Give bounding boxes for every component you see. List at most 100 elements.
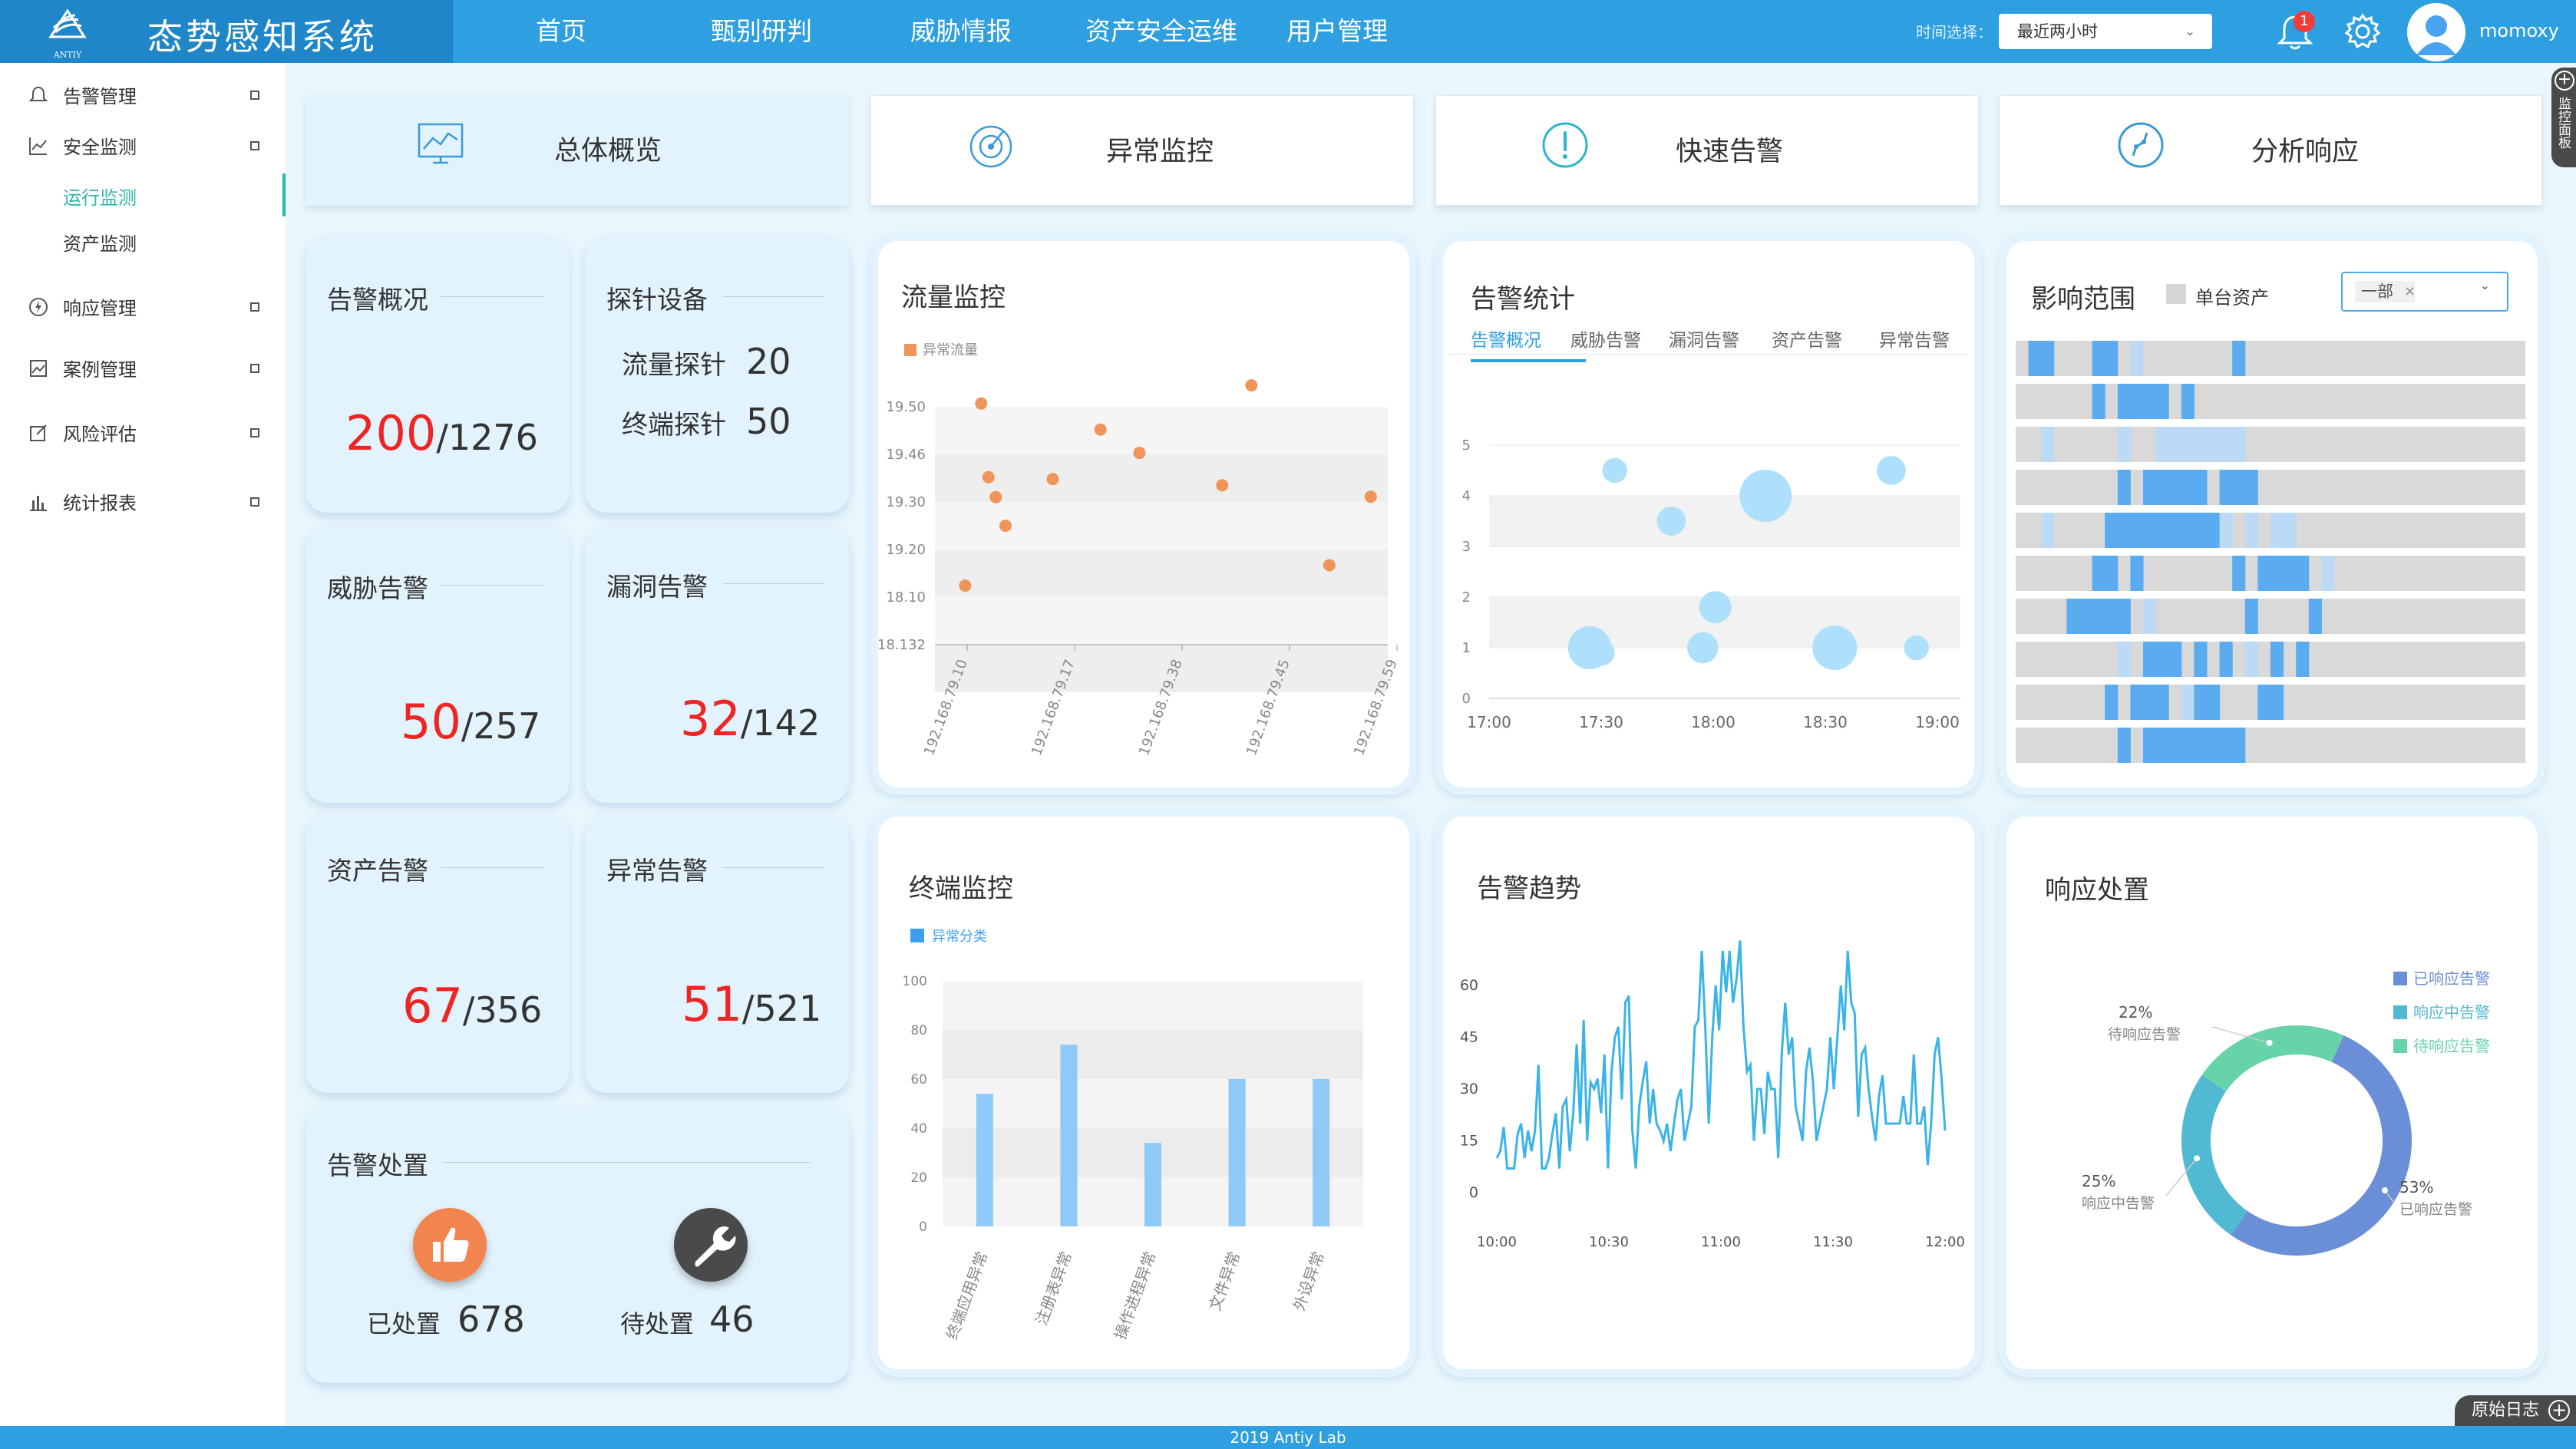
heatmap-cell [2219, 470, 2233, 505]
sidebar-item-reports[interactable]: 统计报表 [0, 479, 286, 525]
nav-asset-ops[interactable]: 资产安全运维 [1085, 0, 1237, 63]
raw-log-label: 原始日志 [2472, 1401, 2540, 1420]
sidebar: 告警管理 安全监测 运行监测 资产监测 响应管理 案例管理 风险评估 统计报表 [0, 63, 286, 1426]
heatmap-cell [2244, 470, 2258, 505]
y-tick-label: 40 [910, 1121, 927, 1137]
handled-button[interactable] [413, 1208, 487, 1282]
nav-triage[interactable]: 甄别研判 [711, 0, 812, 63]
y-tick-label: 18.132 [878, 637, 926, 653]
heatmap-cell [2092, 384, 2105, 419]
time-range-select[interactable]: 最近两小时 ⌄ [1999, 14, 2212, 49]
x-tick-label: 11:00 [1701, 1234, 1741, 1250]
heatmap-cell [2155, 513, 2169, 548]
alert-trend-line-chart[interactable]: 0 15 30 45 60 10:00 10:30 11:00 11:30 12:00 [1443, 817, 1974, 1369]
y-tick-label: 45 [1460, 1029, 1478, 1046]
threat-alert-card[interactable]: 威胁告警 50/257 [305, 526, 570, 803]
y-tick-label: 19.46 [886, 447, 926, 463]
raw-log-button[interactable]: 原始日志 + [2455, 1395, 2576, 1426]
plus-icon: + [2555, 71, 2574, 91]
heatmap-cell [2041, 341, 2055, 376]
vuln-alert-card[interactable]: 漏洞告警 32/142 [585, 526, 849, 803]
sidebar-item-risk-assessment[interactable]: 风险评估 [0, 410, 286, 456]
tab-quick-alert[interactable]: 快速告警 [1435, 95, 1979, 206]
scatter-point [1216, 479, 1229, 492]
x-tick-label: 注册表异常 [1032, 1249, 1075, 1328]
x-tick-label: 17:00 [1467, 713, 1511, 731]
heatmap-cell [2194, 513, 2208, 548]
scatter-point [975, 397, 988, 410]
heatmap-cell [2155, 384, 2169, 419]
heatmap-cell [2207, 728, 2221, 763]
y-tick-label: 60 [1460, 977, 1478, 994]
wrench-icon [695, 1226, 736, 1267]
gear-icon[interactable] [2343, 11, 2383, 52]
sidebar-item-response-mgmt[interactable]: 响应管理 [0, 284, 286, 330]
heatmap-row [2016, 470, 2525, 505]
total-count: /521 [741, 988, 822, 1029]
avatar[interactable] [2407, 3, 2465, 61]
pending-value: 46 [709, 1299, 755, 1340]
donut-slice [2231, 1035, 2412, 1256]
main-nav: 首页 甄别研判 威胁情报 资产安全运维 用户管理 [499, 0, 1388, 63]
alert-handling-card: 告警处置 已处置 678 待处置 46 [305, 1107, 849, 1383]
divider [441, 585, 545, 586]
bubble-point [1602, 457, 1627, 484]
tab-label: 异常监控 [1106, 137, 1214, 167]
sidebar-item-case-mgmt[interactable]: 案例管理 [0, 345, 286, 391]
heatmap-cell [2296, 556, 2310, 591]
heatmap-cell [2079, 599, 2093, 634]
bar [1060, 1045, 1078, 1226]
heatmap-cell [2308, 599, 2322, 634]
sidebar-item-runtime-monitor[interactable]: 运行监测 [0, 173, 286, 216]
sidebar-item-security-monitor[interactable]: 安全监测 [0, 123, 286, 169]
endpoint-bar-chart[interactable]: 异常分类 0 20 40 60 80 100 终端应用异常 注册表异常 操作进程异常 文件异常 外设异… [878, 817, 1409, 1369]
grid-band [1489, 496, 1960, 546]
heatmap-cell [2155, 470, 2169, 505]
image-icon [30, 360, 47, 377]
asset-alert-card[interactable]: 资产告警 67/356 [305, 815, 570, 1093]
tab-anomaly-monitor[interactable]: 异常监控 [870, 95, 1414, 206]
traffic-scatter-chart[interactable]: 异常流量19.5019.4619.3019.2018.1018.132192.1… [878, 241, 1409, 787]
divider [723, 296, 824, 297]
heatmap-cell [2143, 384, 2157, 419]
logo-icon [48, 8, 87, 38]
alert-overview-card[interactable]: 告警概况 200/1276 [305, 236, 570, 513]
pending-button[interactable] [674, 1208, 748, 1282]
anomaly-alert-card[interactable]: 异常告警 51/521 [585, 815, 849, 1093]
heatmap-cell [2219, 642, 2233, 677]
sidebar-item-label: 运行监测 [63, 187, 137, 209]
alert-overview-value: 200/1276 [345, 405, 538, 461]
monitor-panel-tab[interactable]: + 监控面板 [2551, 68, 2576, 167]
heatmap-cell [2155, 427, 2169, 462]
sidebar-item-alert-mgmt[interactable]: 告警管理 [0, 72, 286, 118]
probe-devices-card[interactable]: 探针设备 流量探针 20 终端探针 50 [585, 236, 849, 513]
y-tick-label: 19.50 [886, 399, 926, 415]
edit-icon [30, 424, 47, 441]
heatmap-cell [2181, 470, 2195, 505]
heatmap-cell [2066, 599, 2080, 634]
heatmap-cell [2181, 728, 2195, 763]
nav-threat-intel[interactable]: 威胁情报 [910, 0, 1012, 63]
username[interactable]: momoxy [2479, 20, 2559, 41]
side-tab-label: 监控面板 [2555, 97, 2571, 149]
response-donut-chart[interactable]: 53%已响应告警25%响应中告警22%待响应告警已响应告警响应中告警待响应告警 [2006, 817, 2538, 1369]
alert-stats-bubble-chart[interactable]: 0 1 2 3 4 5 17:00 17:30 18:00 18:30 19:00 [1443, 241, 1974, 787]
nav-user-mgmt[interactable]: 用户管理 [1286, 0, 1388, 63]
tab-analysis-response[interactable]: 分析响应 [1999, 95, 2542, 206]
logo[interactable]: ANTIY [45, 6, 91, 60]
user-avatar-icon [2407, 3, 2465, 61]
tab-overview[interactable]: 总体概览 [305, 95, 849, 206]
impact-heatmap[interactable] [2006, 241, 2538, 787]
endpoint-probe-value: 50 [746, 401, 791, 442]
donut-slice [2201, 1025, 2344, 1091]
total-count: /257 [461, 705, 541, 747]
alert-trend-panel: 告警趋势 0 15 30 45 60 10:00 10:30 11:00 11:30 12:00 [1435, 809, 1982, 1377]
heatmap-cell [2143, 599, 2157, 634]
sidebar-item-asset-monitor[interactable]: 资产监测 [0, 219, 286, 262]
heatmap-cell [2143, 470, 2157, 505]
scatter-point [982, 470, 995, 484]
analysis-icon [2118, 122, 2164, 168]
y-tick-label: 60 [910, 1072, 927, 1088]
divider [442, 1162, 811, 1163]
nav-home[interactable]: 首页 [536, 0, 586, 63]
